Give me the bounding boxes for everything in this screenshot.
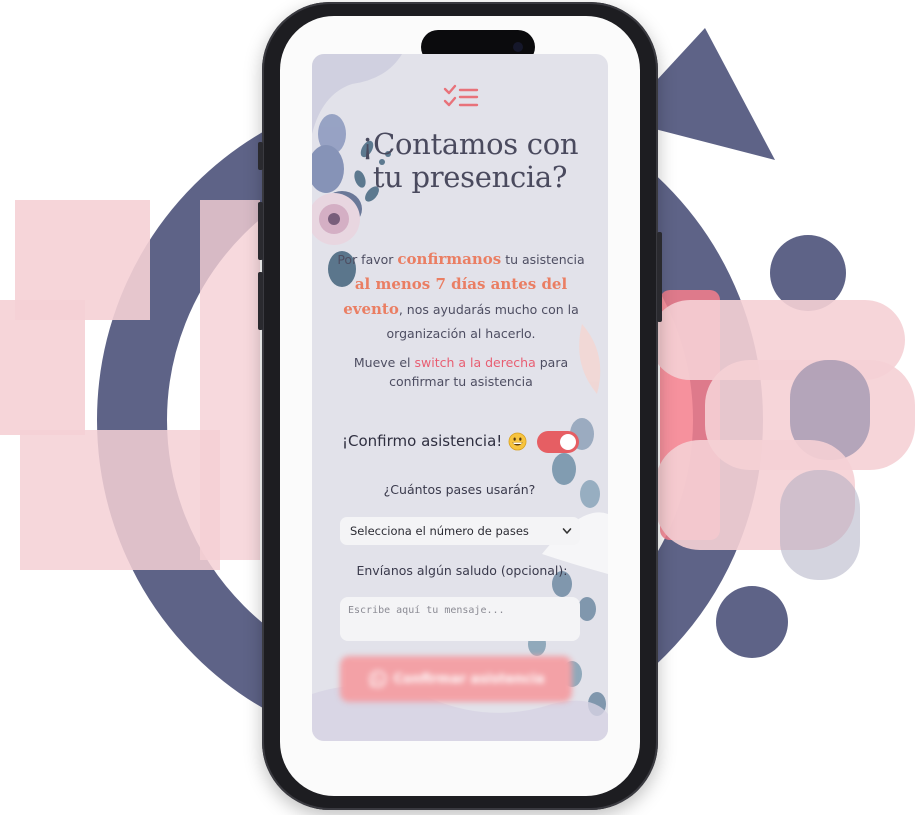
phone-mute-switch — [258, 142, 263, 170]
page-title: ¡Contamos con tu presencia? — [361, 127, 579, 194]
highlight-switch: switch a la derecha — [414, 355, 536, 370]
highlight-confirm: confirmanos — [397, 250, 502, 268]
passes-select[interactable]: Selecciona el número de pases — [340, 517, 580, 545]
bg-blush-block-9 — [780, 470, 860, 580]
confirm-row: ¡Confirmo asistencia! — [342, 427, 582, 455]
message-label: Envíanos algún saludo (opcional): — [356, 563, 568, 578]
message-placeholder: Escribe aquí tu mensaje... — [348, 605, 505, 616]
message-textarea[interactable]: Escribe aquí tu mensaje... — [340, 597, 580, 641]
checklist-icon — [443, 84, 479, 107]
phone-volume-up — [258, 202, 263, 260]
instruction-paragraph: Mueve el switch a la derecha para confir… — [353, 355, 569, 389]
bg-blush-block-4 — [200, 200, 260, 560]
phone-display: ¡Contamos con tu presencia? Por favor co… — [280, 16, 640, 796]
toggle-knob — [560, 434, 576, 450]
whatsapp-icon — [369, 670, 386, 688]
phone-frame: ¡Contamos con tu presencia? Por favor co… — [258, 2, 662, 810]
confirm-label: ¡Confirmo asistencia! — [342, 432, 503, 450]
send-button-label: Confirmar asistencia — [393, 671, 545, 687]
chevron-down-icon — [562, 528, 572, 534]
phone-power-button — [657, 232, 662, 322]
bg-blush-block-3 — [20, 430, 220, 570]
phone-volume-down — [258, 272, 263, 330]
bg-blush-block-2 — [0, 300, 85, 435]
passes-label: ¿Cuántos pases usarán? — [383, 482, 536, 497]
send-confirmation-button[interactable]: Confirmar asistencia — [340, 656, 572, 702]
intro-paragraph: Por favor confirmanos tu asistencia al m… — [337, 250, 585, 341]
bg-dot-top — [770, 235, 846, 311]
bg-dot-bottom — [716, 586, 788, 658]
passes-select-value: Selecciona el número de pases — [350, 524, 529, 538]
rsvp-card: ¡Contamos con tu presencia? Por favor co… — [312, 54, 608, 741]
grinning-face-icon — [508, 432, 527, 450]
confirm-toggle-switch[interactable] — [537, 431, 579, 453]
